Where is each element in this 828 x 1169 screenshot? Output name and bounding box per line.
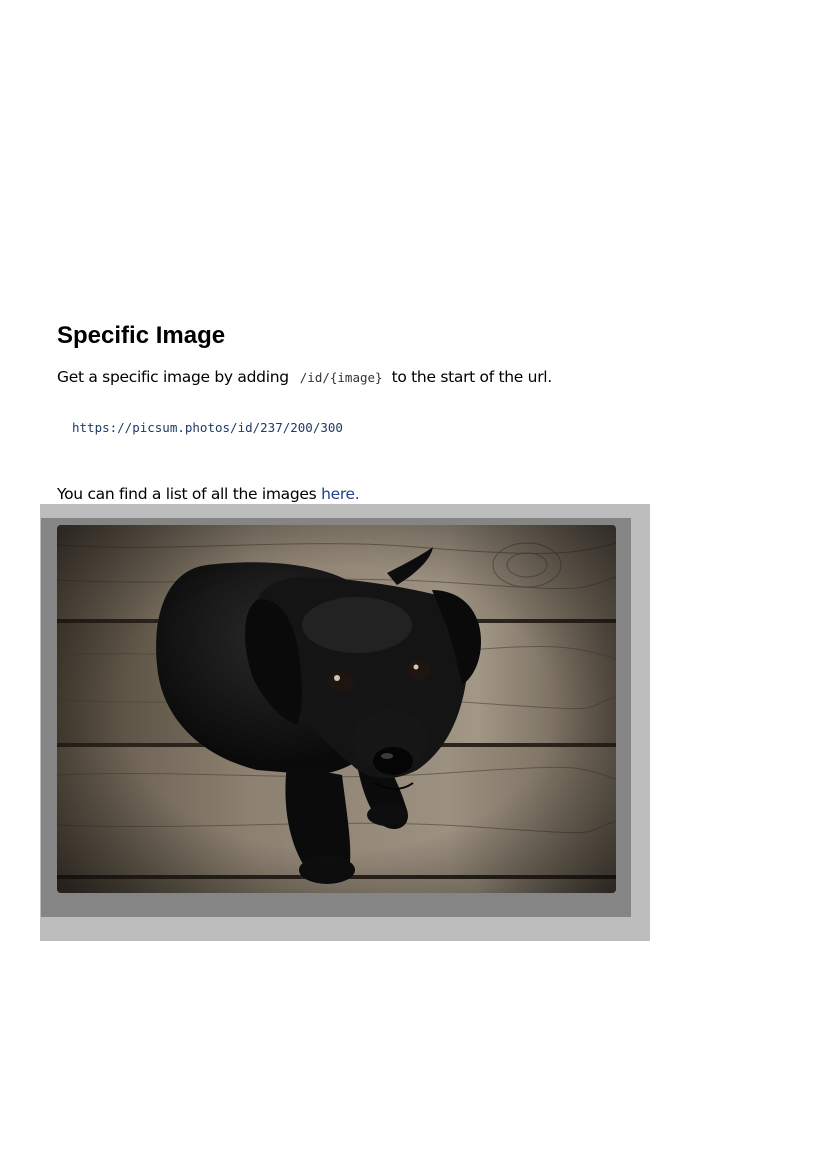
example-url-code: https://picsum.photos/id/237/200/300 xyxy=(72,420,343,435)
image-list-label: You can find a list of all the images xyxy=(57,485,317,503)
intro-text: Get a specific image by adding/id/{image… xyxy=(57,366,552,389)
image-list-link[interactable]: here. xyxy=(321,485,360,503)
puppy-photo xyxy=(57,525,616,893)
page-title: Specific Image xyxy=(57,322,226,349)
image-list-text: You can find a list of all the images he… xyxy=(57,483,360,505)
inline-code-id-path: /id/{image} xyxy=(299,370,383,385)
intro-text-before: Get a specific image by adding xyxy=(57,368,289,386)
intro-text-after: to the start of the url. xyxy=(391,368,553,386)
puppy-photo-drawing xyxy=(57,525,616,893)
